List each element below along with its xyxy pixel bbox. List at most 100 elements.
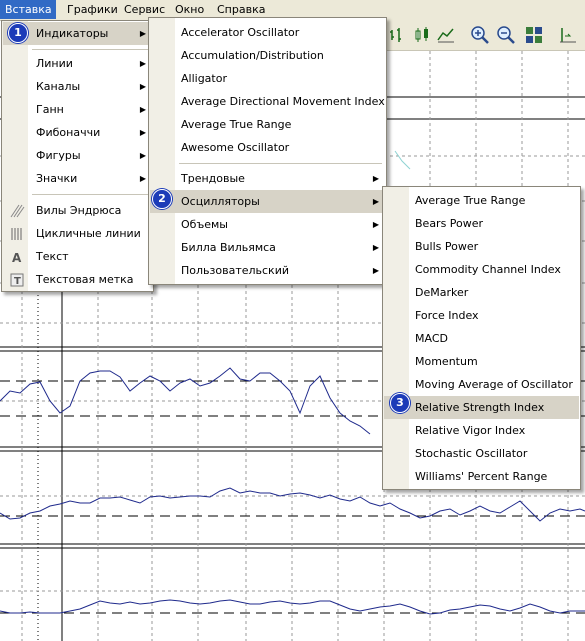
menu-item-oscillators[interactable]: Осцилляторы ▶	[150, 190, 385, 213]
menu-item-label: Williams' Percent Range	[415, 470, 548, 483]
submenu-arrow-icon: ▶	[139, 174, 146, 183]
menu-item-osma[interactable]: Moving Average of Oscillator	[384, 373, 579, 396]
menu-item-label: Фигуры	[36, 149, 81, 162]
menu-item-label: Average True Range	[415, 194, 526, 207]
menu-item-label: Трендовые	[181, 172, 245, 185]
menu-item-label: Объемы	[181, 218, 228, 231]
tile-windows-icon[interactable]	[523, 24, 545, 46]
menu-item-bill-williams[interactable]: Билла Вильямса ▶	[150, 236, 385, 259]
menu-item-label: Average True Range	[181, 118, 292, 131]
submenu-arrow-icon: ▶	[139, 29, 146, 38]
line-chart-icon[interactable]	[435, 24, 457, 46]
chart-shift-icon[interactable]	[557, 24, 579, 46]
menu-item-label: Ганн	[36, 103, 64, 116]
menu-item-demarker[interactable]: DeMarker	[384, 281, 579, 304]
menu-item-label: Force Index	[415, 309, 479, 322]
submenu-arrow-icon: ▶	[139, 82, 146, 91]
menu-item-label: Stochastic Oscillator	[415, 447, 528, 460]
menu-item-label: Relative Strength Index	[415, 401, 545, 414]
menu-item-lines[interactable]: Линии ▶	[3, 52, 152, 75]
menu-item-label: Average Directional Movement Index	[181, 95, 385, 108]
cycle-lines-icon	[11, 228, 22, 240]
menu-item-label: Awesome Oscillator	[181, 141, 290, 154]
zoom-in-icon[interactable]	[469, 24, 491, 46]
submenu-arrow-icon: ▶	[139, 105, 146, 114]
menu-grafiki[interactable]: Графики	[62, 0, 123, 19]
submenu-arrow-icon: ▶	[139, 151, 146, 160]
menu-item-label: Вилы Эндрюса	[36, 204, 122, 217]
menu-item-average-true-range[interactable]: Average True Range	[384, 189, 579, 212]
menu-item-force-index[interactable]: Force Index	[384, 304, 579, 327]
menu-item-text-label[interactable]: T Текстовая метка	[3, 268, 152, 291]
submenu-arrow-icon: ▶	[372, 220, 379, 229]
menu-item-label: Bears Power	[415, 217, 484, 230]
menu-item-shapes[interactable]: Фигуры ▶	[3, 144, 152, 167]
menu-item-label: Значки	[36, 172, 78, 185]
menu-item-channels[interactable]: Каналы ▶	[3, 75, 152, 98]
menu-item-andrews-pitchfork[interactable]: Вилы Эндрюса	[3, 199, 152, 222]
bar-chart-icon[interactable]	[387, 24, 409, 46]
callout-badge-1: 1	[8, 23, 28, 43]
menu-item-alligator[interactable]: Alligator	[150, 67, 385, 90]
oscillators-submenu: Average True Range Bears Power Bulls Pow…	[382, 186, 581, 490]
menu-item-label: Индикаторы	[36, 27, 109, 40]
zoom-out-icon[interactable]	[495, 24, 517, 46]
menu-item-label: Линии	[36, 57, 73, 70]
submenu-arrow-icon: ▶	[372, 174, 379, 183]
indicators-submenu: Accelerator Oscillator Accumulation/Dist…	[148, 17, 387, 285]
menu-item-text[interactable]: A Текст	[3, 245, 152, 268]
menu-item-label: Accelerator Oscillator	[181, 26, 300, 39]
menu-separator	[179, 163, 382, 164]
menu-item-label: MACD	[415, 332, 448, 345]
menu-item-fibonacci[interactable]: Фибоначчи ▶	[3, 121, 152, 144]
menu-item-awesome-oscillator[interactable]: Awesome Oscillator	[150, 136, 385, 159]
menu-item-cci[interactable]: Commodity Channel Index	[384, 258, 579, 281]
menu-item-label: Пользовательский	[181, 264, 289, 277]
menu-item-volumes[interactable]: Объемы ▶	[150, 213, 385, 236]
menu-item-label: Commodity Channel Index	[415, 263, 561, 276]
menu-item-williams-r[interactable]: Williams' Percent Range	[384, 465, 579, 488]
menu-item-label: Осцилляторы	[181, 195, 260, 208]
menu-item-stochastic[interactable]: Stochastic Oscillator	[384, 442, 579, 465]
menu-item-gann[interactable]: Ганн ▶	[3, 98, 152, 121]
menu-item-rsi[interactable]: Relative Strength Index	[384, 396, 579, 419]
submenu-arrow-icon: ▶	[139, 59, 146, 68]
candlestick-icon[interactable]	[411, 24, 433, 46]
menu-item-momentum[interactable]: Momentum	[384, 350, 579, 373]
menu-item-accumulation-distribution[interactable]: Accumulation/Distribution	[150, 44, 385, 67]
menu-item-adx[interactable]: Average Directional Movement Index	[150, 90, 385, 113]
text-label-icon: T	[10, 273, 24, 287]
menu-item-macd[interactable]: MACD	[384, 327, 579, 350]
menu-item-rvi[interactable]: Relative Vigor Index	[384, 419, 579, 442]
toolbar	[385, 20, 585, 51]
svg-text:A: A	[12, 251, 22, 265]
menu-item-trend[interactable]: Трендовые ▶	[150, 167, 385, 190]
menu-item-label: Bulls Power	[415, 240, 479, 253]
menu-separator	[32, 194, 149, 195]
menu-item-label: Alligator	[181, 72, 227, 85]
menu-item-cycle-lines[interactable]: Цикличные линии	[3, 222, 152, 245]
menu-item-bears-power[interactable]: Bears Power	[384, 212, 579, 235]
menu-item-atr[interactable]: Average True Range	[150, 113, 385, 136]
menu-item-label: Цикличные линии	[36, 227, 141, 240]
svg-text:T: T	[14, 276, 21, 287]
submenu-arrow-icon: ▶	[372, 197, 379, 206]
menu-item-arrows[interactable]: Значки ▶	[3, 167, 152, 190]
menu-item-label: Фибоначчи	[36, 126, 101, 139]
menu-separator	[32, 49, 149, 50]
menu-item-custom[interactable]: Пользовательский ▶	[150, 259, 385, 282]
callout-badge-2: 2	[152, 189, 172, 209]
insert-menu: Индикаторы ▶ Линии ▶ Каналы ▶ Ганн ▶ Фиб…	[1, 20, 154, 292]
menu-vstavka[interactable]: Вставка	[0, 0, 56, 19]
menu-item-label: Moving Average of Oscillator	[415, 378, 573, 391]
menu-item-accelerator-oscillator[interactable]: Accelerator Oscillator	[150, 21, 385, 44]
menu-item-label: Каналы	[36, 80, 81, 93]
menu-item-label: Билла Вильямса	[181, 241, 276, 254]
pitchfork-icon	[10, 204, 25, 218]
menu-item-bulls-power[interactable]: Bulls Power	[384, 235, 579, 258]
menu-item-label: Accumulation/Distribution	[181, 49, 324, 62]
text-a-icon: A	[12, 251, 22, 265]
menu-item-label: DeMarker	[415, 286, 469, 299]
submenu-arrow-icon: ▶	[372, 243, 379, 252]
menu-item-label: Текстовая метка	[36, 273, 134, 286]
